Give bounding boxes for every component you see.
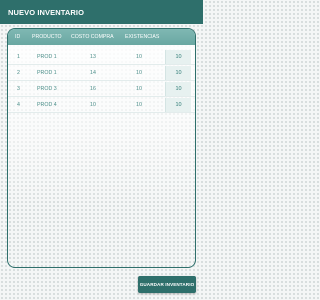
table-header: ID PRODUCTO COSTO COMPRA EXISTENCIAS bbox=[8, 29, 195, 45]
quantity-input[interactable]: 10 bbox=[165, 98, 191, 112]
save-inventory-button[interactable]: GUARDAR INVENTARIO bbox=[138, 276, 196, 293]
table-row[interactable]: 3 PROD 3 16 10 10 bbox=[8, 81, 195, 97]
quantity-input[interactable]: 10 bbox=[165, 50, 191, 64]
cell-costo-compra: 14 bbox=[90, 70, 96, 76]
column-header-existencias: EXISTENCIAS bbox=[125, 34, 160, 40]
cell-producto: PROD 4 bbox=[37, 102, 57, 108]
cell-existencias: 10 bbox=[136, 86, 142, 92]
cell-producto: PROD 1 bbox=[37, 54, 57, 60]
quantity-value: 10 bbox=[175, 102, 182, 108]
column-header-producto: PRODUCTO bbox=[32, 34, 62, 40]
quantity-value: 10 bbox=[175, 54, 182, 60]
table-row[interactable]: 4 PROD 4 10 10 10 bbox=[8, 97, 195, 113]
cell-producto: PROD 1 bbox=[37, 70, 57, 76]
cell-costo-compra: 10 bbox=[90, 102, 96, 108]
table-row[interactable]: 1 PROD 1 13 10 10 bbox=[8, 49, 195, 65]
cell-id: 1 bbox=[17, 54, 20, 60]
cell-existencias: 10 bbox=[136, 102, 142, 108]
quantity-input[interactable]: 10 bbox=[165, 66, 191, 80]
cell-existencias: 10 bbox=[136, 54, 142, 60]
table-row[interactable]: 2 PROD 1 14 10 10 bbox=[8, 65, 195, 81]
quantity-value: 10 bbox=[175, 86, 182, 92]
cell-id: 3 bbox=[17, 86, 20, 92]
app-bar: NUEVO INVENTARIO bbox=[0, 0, 203, 24]
column-header-id: ID bbox=[15, 34, 21, 40]
cell-costo-compra: 13 bbox=[90, 54, 96, 60]
inventory-table: ID PRODUCTO COSTO COMPRA EXISTENCIAS 1 P… bbox=[7, 28, 196, 268]
cell-id: 2 bbox=[17, 70, 20, 76]
column-header-costo-compra: COSTO COMPRA bbox=[71, 34, 114, 40]
page-title: NUEVO INVENTARIO bbox=[8, 7, 85, 17]
cell-existencias: 10 bbox=[136, 70, 142, 76]
cell-id: 4 bbox=[17, 102, 20, 108]
cell-costo-compra: 16 bbox=[90, 86, 96, 92]
quantity-value: 10 bbox=[175, 70, 182, 76]
quantity-input[interactable]: 10 bbox=[165, 82, 191, 96]
cell-producto: PROD 3 bbox=[37, 86, 57, 92]
